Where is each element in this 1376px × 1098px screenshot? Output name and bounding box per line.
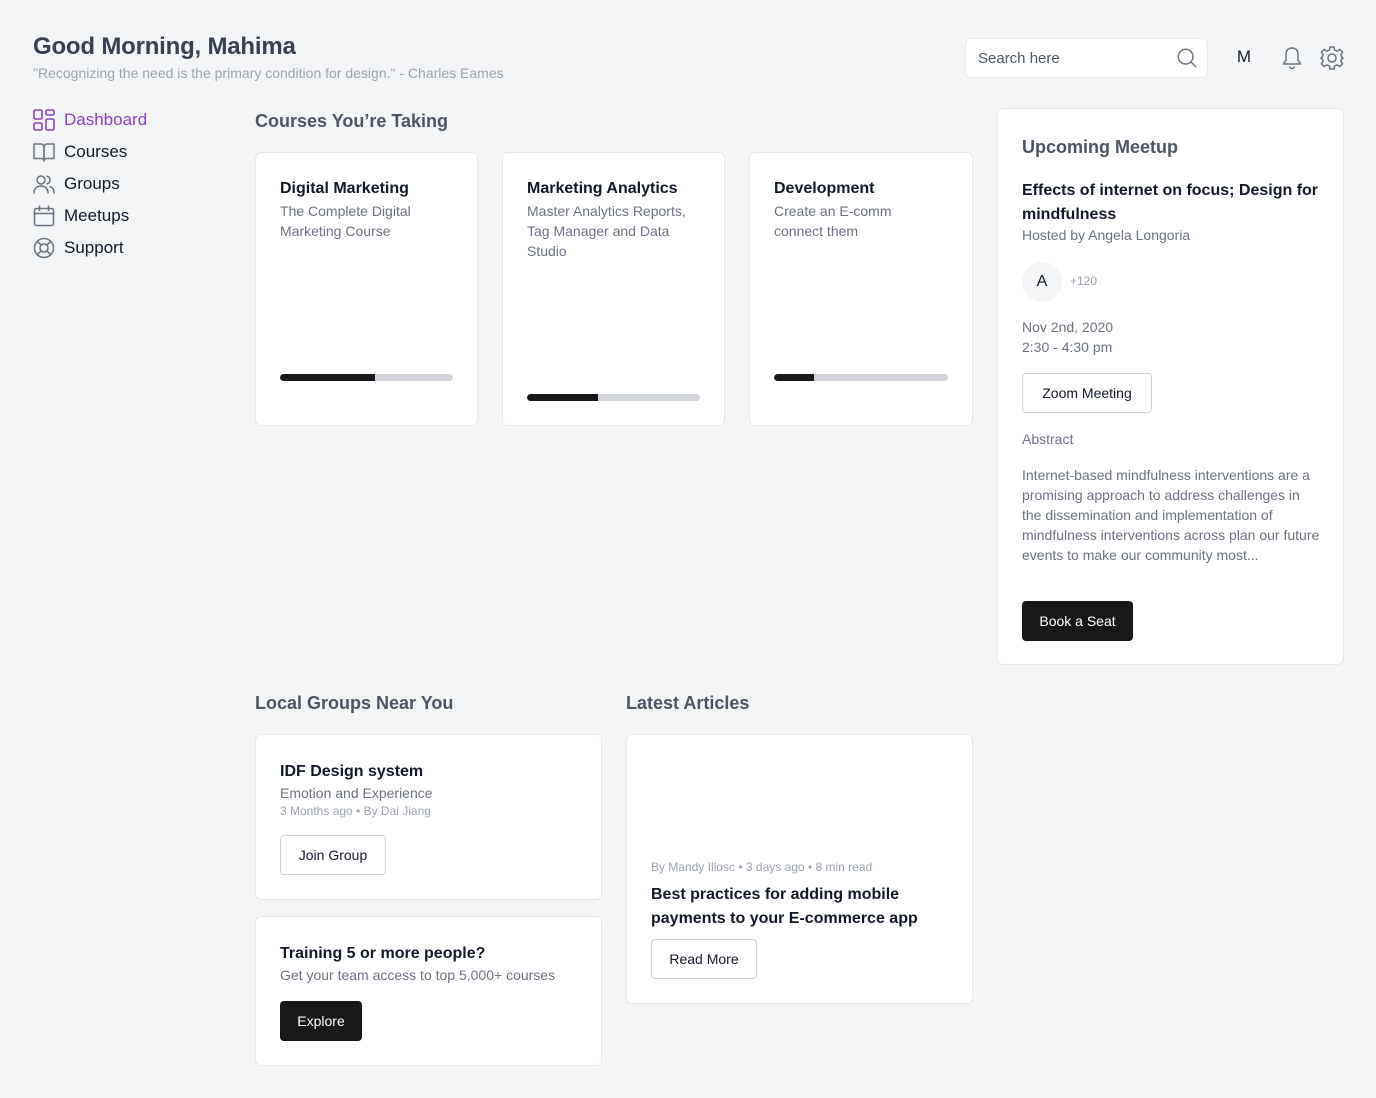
training-subtitle: Get your team access to top 5,000+ cours… [280,967,556,983]
sidebar-item-groups[interactable]: Groups [33,172,120,196]
course-subtitle: Create an E-comm connect them [774,203,892,239]
article-meta: By Mandy Illosc • 3 days ago • 8 min rea… [651,860,873,874]
users-icon [33,175,55,194]
course-progress-bar [774,374,948,381]
sidebar-item-courses[interactable]: Courses [33,140,127,164]
progress-fill [280,374,376,381]
course-title: Development [774,180,875,197]
groups-section-title: Local Groups Near You [255,693,454,713]
book-seat-button[interactable]: Book a Seat [1022,601,1133,641]
sidebar-item-label: Support [64,238,124,257]
group-card: IDF Design system Emotion and Experience… [255,734,602,900]
training-title: Training 5 or more people? [280,945,486,962]
attendee-count: +120 [1070,274,1098,288]
bell-icon[interactable] [1280,45,1304,71]
sidebar-item-label: Meetups [64,206,130,225]
meetup-host: Hosted by Angela Longoria [1022,227,1191,243]
course-progress-bar [280,374,453,381]
gear-icon[interactable] [1319,45,1345,71]
attendee-avatar[interactable]: A [1022,262,1062,302]
page-title: Good Morning, Mahima [33,33,296,60]
search-input[interactable] [966,39,1166,77]
sidebar-item-label: Groups [64,174,120,193]
article-title[interactable]: Best practices for adding mobile payment… [651,883,951,931]
abstract-label: Abstract [1022,431,1074,447]
course-title: Marketing Analytics [527,180,678,197]
search-box [965,38,1208,78]
abstract-text: Internet-based mindfulness interventions… [1022,467,1320,563]
course-card[interactable]: Marketing Analytics Master Analytics Rep… [502,152,725,426]
meetup-title: Effects of internet on focus; Design for… [1022,182,1319,223]
explore-button[interactable]: Explore [280,1001,362,1041]
course-subtitle: Master Analytics Reports, Tag Manager an… [527,203,686,259]
group-meta: 3 Months ago • By Dai Jiang [280,804,431,818]
read-more-button[interactable]: Read More [651,939,757,979]
zoom-meeting-button[interactable]: Zoom Meeting [1022,373,1152,413]
courses-section-title: Courses You’re Taking [255,111,449,131]
meetup-card: Upcoming Meetup Effects of internet on f… [997,108,1344,665]
meetup-section-title: Upcoming Meetup [1022,137,1178,157]
course-progress-bar [527,394,700,401]
book-icon [33,143,55,162]
sidebar-item-label: Courses [64,142,128,161]
dashboard-icon [33,109,55,131]
meetup-date: Nov 2nd, 2020 [1022,319,1114,335]
course-card[interactable]: Development Create an E-comm connect the… [749,152,973,426]
calendar-icon [33,205,55,227]
sidebar-item-dashboard[interactable]: Dashboard [33,108,147,132]
lifebuoy-icon [33,237,55,259]
sidebar-item-support[interactable]: Support [33,236,124,260]
meetup-time: 2:30 - 4:30 pm [1022,339,1113,355]
join-group-button[interactable]: Join Group [280,835,386,875]
group-name: IDF Design system [280,763,424,780]
quote-text: "Recognizing the need is the primary con… [33,65,504,81]
user-avatar[interactable]: M [1231,47,1257,69]
articles-section-title: Latest Articles [626,693,750,713]
sidebar-item-label: Dashboard [64,110,148,129]
group-subtitle: Emotion and Experience [280,785,433,801]
course-subtitle: The Complete Digital Marketing Course [280,203,411,239]
training-card: Training 5 or more people? Get your team… [255,916,602,1066]
sidebar-item-meetups[interactable]: Meetups [33,204,129,228]
course-card[interactable]: Digital Marketing The Complete Digital M… [255,152,478,426]
progress-fill [527,394,598,401]
course-title: Digital Marketing [280,180,409,197]
article-card: By Mandy Illosc • 3 days ago • 8 min rea… [626,734,973,1004]
search-icon[interactable] [1176,47,1198,69]
progress-fill [774,374,815,381]
